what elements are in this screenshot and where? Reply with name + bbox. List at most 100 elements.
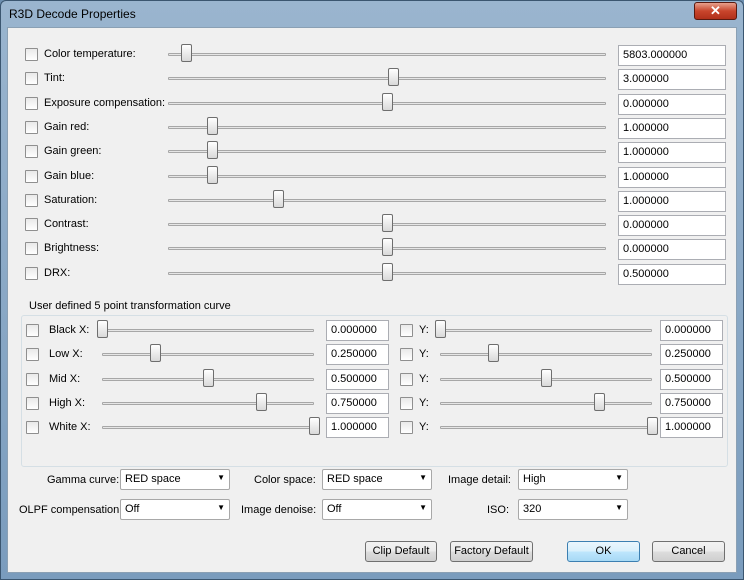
gain-blue-checkbox[interactable] xyxy=(25,169,38,183)
close-button[interactable]: ✕ xyxy=(694,2,737,20)
mid-x-y-slider-thumb[interactable] xyxy=(541,368,552,387)
gain-blue-slider-track[interactable] xyxy=(168,174,606,178)
black-x-y-field[interactable]: 0.000000 xyxy=(660,320,723,341)
gain-red-label: Gain red: xyxy=(44,120,90,133)
black-x-y-label: Y: xyxy=(419,324,429,336)
black-x-y-slider-track[interactable] xyxy=(440,329,652,332)
high-x-checkbox[interactable] xyxy=(26,396,39,410)
close-icon: ✕ xyxy=(710,3,721,18)
black-x-slider-track[interactable] xyxy=(102,329,314,332)
gain-blue-value-field[interactable]: 1.000000 xyxy=(618,166,726,188)
low-x-y-slider-track[interactable] xyxy=(440,353,652,357)
black-x-y-checkbox[interactable] xyxy=(400,324,413,337)
iso-select[interactable]: 320 ▼ xyxy=(518,499,628,520)
low-x-y-checkbox[interactable] xyxy=(400,348,413,362)
image-detail-select[interactable]: High ▼ xyxy=(518,469,628,490)
high-x-x-field[interactable]: 0.750000 xyxy=(326,392,389,414)
clip-default-button[interactable]: Clip Default xyxy=(365,541,437,562)
saturation-value-field[interactable]: 1.000000 xyxy=(618,190,726,212)
contrast-slider-thumb[interactable] xyxy=(382,214,393,233)
white-x-y-slider-thumb[interactable] xyxy=(647,417,658,436)
color-temperature-checkbox[interactable] xyxy=(25,48,38,61)
white-x-y-field[interactable]: 1.000000 xyxy=(660,417,723,439)
mid-x-y-checkbox[interactable] xyxy=(400,372,413,386)
color-temperature-label: Color temperature: xyxy=(44,48,136,60)
gain-green-label: Gain green: xyxy=(44,145,102,158)
mid-x-x-field[interactable]: 0.500000 xyxy=(326,368,389,390)
gain-blue-slider-thumb[interactable] xyxy=(206,165,218,184)
white-x-x-field[interactable]: 1.000000 xyxy=(326,417,389,439)
contrast-checkbox[interactable] xyxy=(25,218,38,232)
color-temperature-value-field[interactable]: 5803.000000 xyxy=(618,45,726,66)
black-x-x-field[interactable]: 0.000000 xyxy=(326,320,389,341)
olpf-compensation-select[interactable]: Off ▼ xyxy=(120,499,230,520)
brightness-value-field[interactable]: 0.000000 xyxy=(618,239,726,261)
high-x-y-slider-thumb[interactable] xyxy=(594,392,605,411)
brightness-slider-thumb[interactable] xyxy=(382,238,393,257)
low-x-y-slider-thumb[interactable] xyxy=(488,344,499,363)
title-bar[interactable]: R3D Decode Properties ✕ xyxy=(1,1,743,27)
color-temperature-slider-track[interactable] xyxy=(168,53,606,56)
white-x-slider-thumb[interactable] xyxy=(309,417,320,436)
low-x-slider-track[interactable] xyxy=(102,353,314,357)
low-x-y-field[interactable]: 0.250000 xyxy=(660,344,723,366)
black-x-slider-thumb[interactable] xyxy=(97,320,108,338)
gain-green-checkbox[interactable] xyxy=(25,145,38,159)
high-x-y-field[interactable]: 0.750000 xyxy=(660,392,723,414)
high-x-slider-thumb[interactable] xyxy=(256,392,267,411)
black-x-label: Black X: xyxy=(49,324,90,336)
gain-red-slider-thumb[interactable] xyxy=(206,116,218,135)
chevron-down-icon: ▼ xyxy=(217,473,225,482)
drx-slider-thumb[interactable] xyxy=(382,262,393,281)
curve-group-title: User defined 5 point transformation curv… xyxy=(27,300,233,312)
low-x-slider-thumb[interactable] xyxy=(150,344,161,363)
black-x-checkbox[interactable] xyxy=(26,324,39,337)
exposure-compensation-slider-thumb[interactable] xyxy=(382,92,393,111)
mid-x-checkbox[interactable] xyxy=(26,372,39,386)
white-x-checkbox[interactable] xyxy=(26,421,39,435)
image-denoise-select[interactable]: Off ▼ xyxy=(322,499,432,520)
brightness-checkbox[interactable] xyxy=(25,242,38,256)
brightness-label: Brightness: xyxy=(44,242,100,255)
contrast-value-field[interactable]: 0.000000 xyxy=(618,215,726,237)
gain-green-value-field[interactable]: 1.000000 xyxy=(618,142,726,164)
mid-x-slider-thumb[interactable] xyxy=(203,368,214,387)
color-temperature-slider-thumb[interactable] xyxy=(180,44,192,62)
gamma-curve-select[interactable]: RED space ▼ xyxy=(120,469,230,490)
high-x-y-label: Y: xyxy=(419,396,429,409)
black-x-y-slider-thumb[interactable] xyxy=(435,320,446,338)
gain-red-slider-track[interactable] xyxy=(168,125,606,129)
gain-red-checkbox[interactable] xyxy=(25,120,38,134)
high-x-y-slider-track[interactable] xyxy=(440,401,652,405)
iso-label: ISO: xyxy=(487,504,510,516)
mid-x-y-field[interactable]: 0.500000 xyxy=(660,368,723,390)
exposure-compensation-checkbox[interactable] xyxy=(25,96,38,110)
drx-value-field[interactable]: 0.500000 xyxy=(618,263,726,285)
tint-slider-thumb[interactable] xyxy=(387,68,399,87)
saturation-slider-thumb[interactable] xyxy=(272,189,284,208)
exposure-compensation-value-field[interactable]: 0.000000 xyxy=(618,93,726,115)
drx-checkbox[interactable] xyxy=(25,266,38,280)
chevron-down-icon: ▼ xyxy=(419,503,427,512)
low-x-x-field[interactable]: 0.250000 xyxy=(326,344,389,366)
cancel-button[interactable]: Cancel xyxy=(652,541,725,562)
saturation-slider-track[interactable] xyxy=(168,198,606,202)
chevron-down-icon: ▼ xyxy=(615,503,623,512)
high-x-slider-track[interactable] xyxy=(102,401,314,405)
saturation-checkbox[interactable] xyxy=(25,193,38,207)
tint-checkbox[interactable] xyxy=(25,72,38,86)
color-space-select[interactable]: RED space ▼ xyxy=(322,469,432,490)
gain-green-slider-thumb[interactable] xyxy=(206,141,218,160)
gain-red-value-field[interactable]: 1.000000 xyxy=(618,117,726,139)
tint-value-field[interactable]: 3.000000 xyxy=(618,69,726,91)
saturation-label: Saturation: xyxy=(44,193,98,206)
high-x-y-checkbox[interactable] xyxy=(400,396,413,410)
white-x-y-checkbox[interactable] xyxy=(400,421,413,435)
factory-default-button[interactable]: Factory Default xyxy=(450,541,533,562)
ok-button[interactable]: OK xyxy=(567,541,640,562)
white-x-y-slider-track[interactable] xyxy=(440,426,652,430)
white-x-slider-track[interactable] xyxy=(102,426,314,430)
dialog-window: R3D Decode Properties ✕ Color temperatur… xyxy=(0,0,744,580)
gain-green-slider-track[interactable] xyxy=(168,150,606,154)
low-x-checkbox[interactable] xyxy=(26,348,39,362)
